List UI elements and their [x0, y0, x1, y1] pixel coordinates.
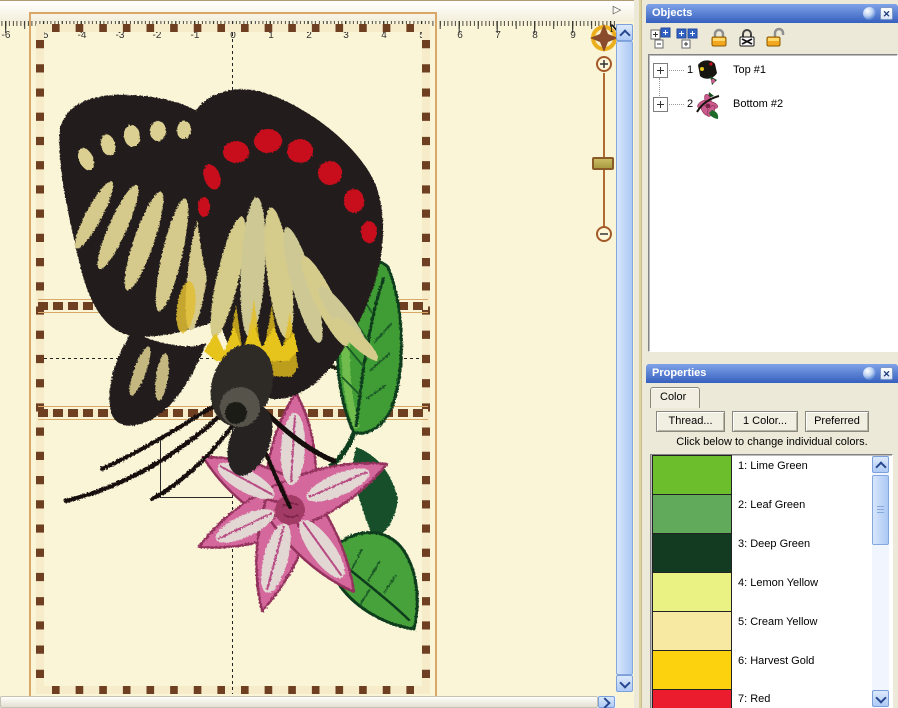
- color-swatch[interactable]: [652, 494, 732, 534]
- embroidery-editor-window: ▷ -6 -5 -4 -3 -2 -1 0 1 2 3 4 5 6 7 8 9: [0, 0, 898, 708]
- center-guide-vertical: [232, 33, 233, 694]
- color-label[interactable]: 5: Cream Yellow: [738, 616, 868, 628]
- color-label[interactable]: 1: Lime Green: [738, 460, 868, 472]
- canvas-scroll-right-button[interactable]: [598, 696, 615, 708]
- lock-x-icon[interactable]: [736, 27, 758, 49]
- measure-mark-horizontal: [160, 497, 232, 498]
- close-icon[interactable]: ✕: [880, 367, 893, 380]
- hoop-stitch-dashes: [36, 24, 430, 694]
- chevron-up-icon: [875, 461, 886, 472]
- collapse-panel-arrow-icon[interactable]: ▷: [610, 2, 624, 18]
- lock-open-icon[interactable]: [764, 27, 786, 49]
- panel-sphere-icon[interactable]: [863, 7, 876, 20]
- color-swatch-column: [652, 456, 732, 708]
- canvas-scroll-down-button[interactable]: [616, 675, 633, 692]
- close-icon[interactable]: ✕: [880, 7, 893, 20]
- zoom-out-button[interactable]: [595, 225, 613, 243]
- color-swatch[interactable]: [652, 533, 732, 573]
- ruler-label: 6: [450, 30, 470, 41]
- object-label[interactable]: Top #1: [733, 64, 766, 76]
- color-label[interactable]: 4: Lemon Yellow: [738, 577, 868, 589]
- design-canvas: ▷ -6 -5 -4 -3 -2 -1 0 1 2 3 4 5 6 7 8 9: [0, 0, 637, 708]
- hoop-split-line: [38, 299, 428, 313]
- ruler-label: 7: [488, 30, 508, 41]
- object-index: 1: [687, 64, 693, 76]
- properties-panel-titlebar: Properties ✕: [646, 364, 898, 383]
- color-swatch[interactable]: [652, 689, 732, 708]
- thumb-grip: [877, 506, 884, 507]
- chevron-up-icon: [619, 29, 630, 40]
- tree-guide: [659, 78, 660, 98]
- color-list-scroll-up-button[interactable]: [872, 456, 889, 473]
- tree-guide: [669, 104, 684, 105]
- tab-color[interactable]: Color: [650, 387, 700, 408]
- one-color-button[interactable]: 1 Color...: [732, 411, 798, 432]
- ruler-label: -6: [0, 30, 16, 41]
- tree-collapse-icon[interactable]: [676, 27, 698, 49]
- chevron-down-icon: [875, 692, 886, 703]
- properties-panel-title: Properties: [652, 367, 706, 379]
- preferred-button[interactable]: Preferred: [805, 411, 869, 432]
- hoop-boundary: [36, 24, 430, 694]
- panel-sphere-icon[interactable]: [863, 367, 876, 380]
- center-guide-horizontal: [44, 358, 422, 359]
- canvas-scroll-up-button[interactable]: [616, 24, 633, 41]
- color-list-scroll-thumb[interactable]: [872, 475, 889, 545]
- object-thumbnail-butterfly[interactable]: [695, 57, 721, 87]
- color-swatch[interactable]: [652, 611, 732, 651]
- color-swatch[interactable]: [652, 650, 732, 690]
- color-hint-text: Click below to change individual colors.: [646, 436, 898, 448]
- color-swatch[interactable]: [652, 455, 732, 495]
- zoom-slider-track[interactable]: [603, 73, 605, 228]
- canvas-horizontal-scroll-thumb[interactable]: [0, 696, 598, 708]
- object-index: 2: [687, 98, 693, 110]
- objects-panel-title: Objects: [652, 7, 692, 19]
- expand-toggle[interactable]: [653, 97, 668, 112]
- thread-button[interactable]: Thread...: [656, 411, 725, 432]
- canvas-vertical-scroll-thumb[interactable]: [616, 41, 633, 675]
- color-swatch[interactable]: [652, 572, 732, 612]
- object-thumbnail-flower[interactable]: [695, 90, 721, 120]
- color-label[interactable]: 7: Red: [738, 693, 868, 705]
- color-list-scroll-down-button[interactable]: [872, 690, 889, 707]
- measure-mark-vertical: [160, 437, 161, 497]
- tree-expand-icon[interactable]: [650, 27, 672, 49]
- chevron-right-icon: [599, 697, 610, 708]
- color-label[interactable]: 6: Harvest Gold: [738, 655, 868, 667]
- hoop-split-line: [38, 406, 428, 420]
- panel-splitter[interactable]: [634, 0, 646, 708]
- object-label[interactable]: Bottom #2: [733, 98, 783, 110]
- expand-toggle[interactable]: [653, 63, 668, 78]
- objects-panel-titlebar: Objects ✕: [646, 4, 898, 23]
- tree-guide: [669, 70, 684, 71]
- lock-closed-icon[interactable]: [708, 27, 730, 49]
- chevron-down-icon: [619, 677, 630, 688]
- color-label[interactable]: 3: Deep Green: [738, 538, 868, 550]
- ruler-label: 9: [563, 30, 583, 41]
- objects-panel: Objects ✕: [646, 0, 898, 360]
- zoom-in-button[interactable]: [595, 55, 613, 73]
- color-label[interactable]: 2: Leaf Green: [738, 499, 868, 511]
- objects-list: 1 Top #1 2: [648, 54, 898, 352]
- ruler-label: 8: [525, 30, 545, 41]
- zoom-slider-handle[interactable]: [592, 157, 614, 170]
